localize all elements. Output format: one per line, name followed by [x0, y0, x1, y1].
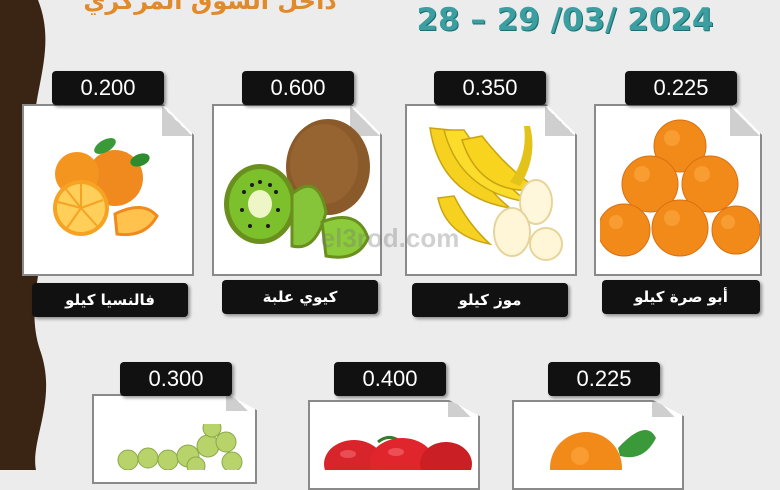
price-tag: 0.400	[334, 362, 446, 396]
orange-leaf-icon	[550, 430, 656, 470]
offer-date: 28 – 29 /03/ 2024	[416, 2, 714, 38]
watermark: el3rod.com	[320, 223, 460, 253]
product-label: أبو صرة كيلو	[602, 280, 760, 314]
price-tag: 0.350	[434, 71, 546, 105]
price-tag: 0.225	[548, 362, 660, 396]
price-tag: 0.225	[625, 71, 737, 105]
navel-orange-icon	[600, 119, 760, 257]
product-label: كيوي علبة	[222, 280, 378, 314]
orange-valencia-icon	[53, 138, 159, 237]
price-tag: 0.600	[242, 71, 354, 105]
page-title: داخل السوق المركزي	[83, 0, 337, 15]
product-label: فالنسيا كيلو	[32, 283, 188, 317]
price-tag: 0.300	[120, 362, 232, 396]
product-label: موز كيلو	[412, 283, 568, 317]
apple-icon	[324, 435, 472, 470]
price-tag: 0.200	[52, 71, 164, 105]
grapes-icon	[117, 424, 243, 470]
